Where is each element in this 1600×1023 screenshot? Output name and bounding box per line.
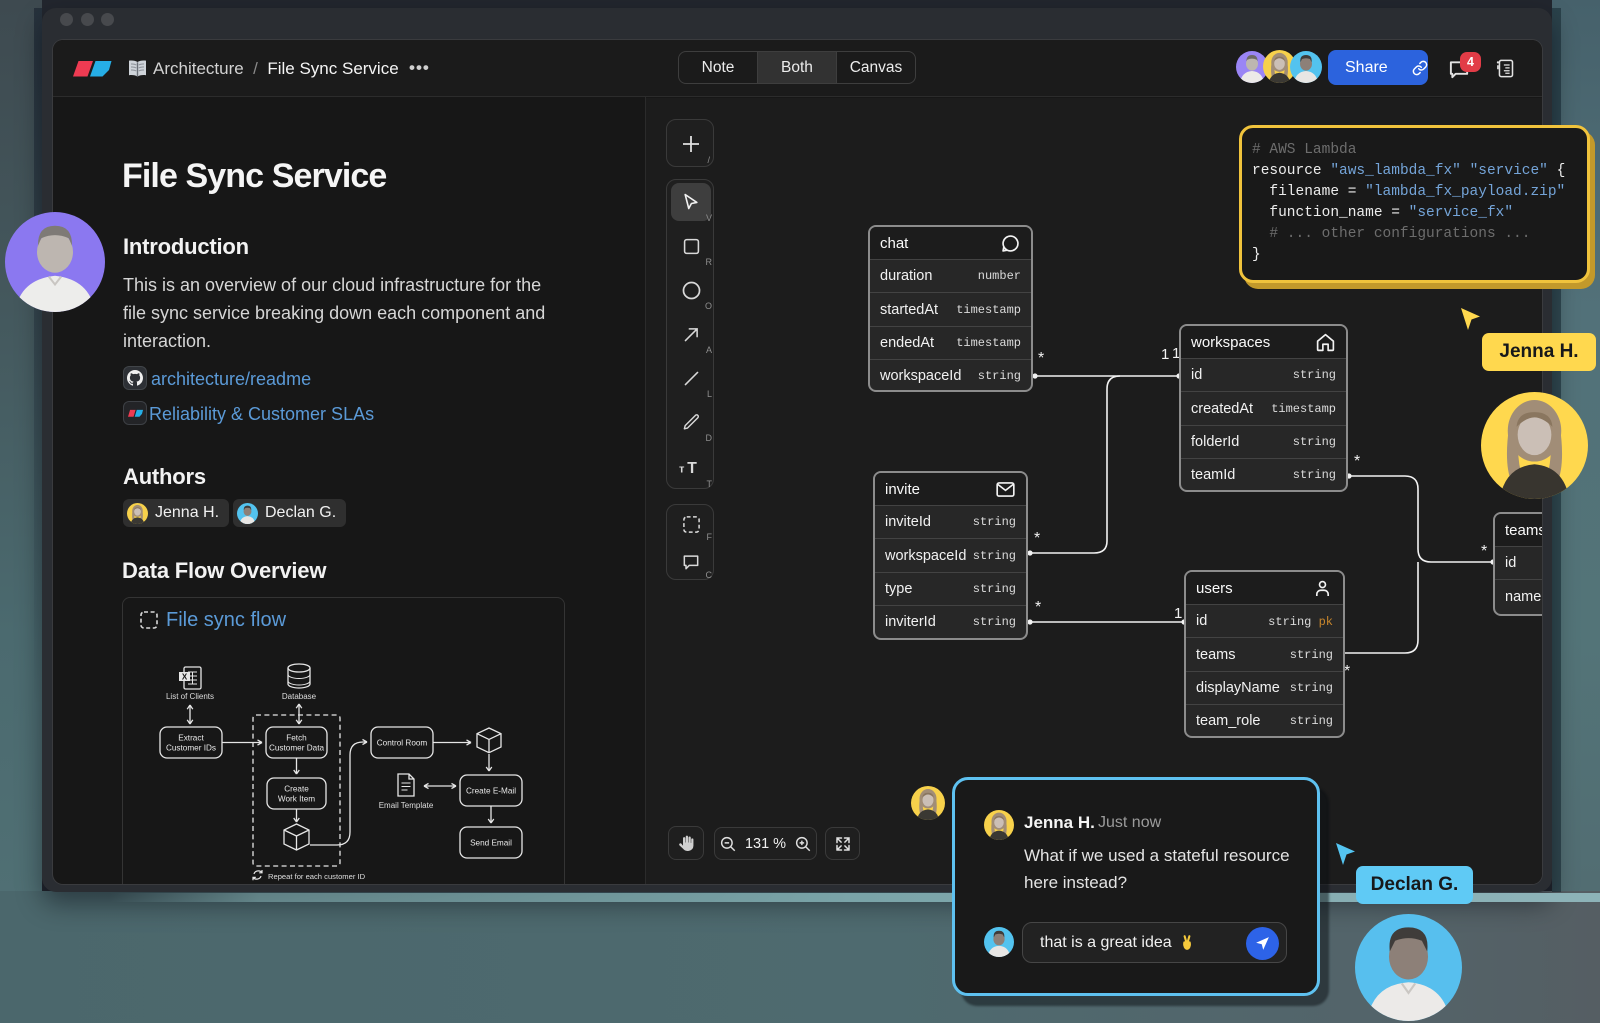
svg-text:*: * bbox=[1354, 453, 1360, 470]
svg-text:*: * bbox=[1034, 530, 1040, 547]
svg-text:Work Item: Work Item bbox=[278, 795, 315, 804]
svg-text:Control Room: Control Room bbox=[377, 739, 428, 748]
svg-text:Customer Data: Customer Data bbox=[269, 744, 325, 753]
svg-text:1: 1 bbox=[1174, 605, 1182, 622]
svg-text:*: * bbox=[1035, 599, 1041, 616]
svg-text:Fetch: Fetch bbox=[286, 734, 307, 743]
svg-text:1: 1 bbox=[1161, 346, 1169, 363]
svg-text:Create: Create bbox=[284, 785, 309, 794]
svg-text:X: X bbox=[182, 673, 188, 682]
svg-text:Extract: Extract bbox=[178, 734, 204, 743]
svg-text:*: * bbox=[1481, 543, 1487, 560]
svg-text:Database: Database bbox=[282, 692, 317, 701]
svg-text:Customer IDs: Customer IDs bbox=[166, 744, 216, 753]
svg-text:Send Email: Send Email bbox=[470, 839, 512, 848]
svg-text:List of Clients: List of Clients bbox=[166, 692, 214, 701]
svg-text:Repeat for each customer ID: Repeat for each customer ID bbox=[268, 872, 366, 881]
svg-text:Email Template: Email Template bbox=[379, 801, 434, 810]
svg-text:*: * bbox=[1038, 350, 1044, 367]
svg-text:Create E-Mail: Create E-Mail bbox=[466, 787, 516, 796]
